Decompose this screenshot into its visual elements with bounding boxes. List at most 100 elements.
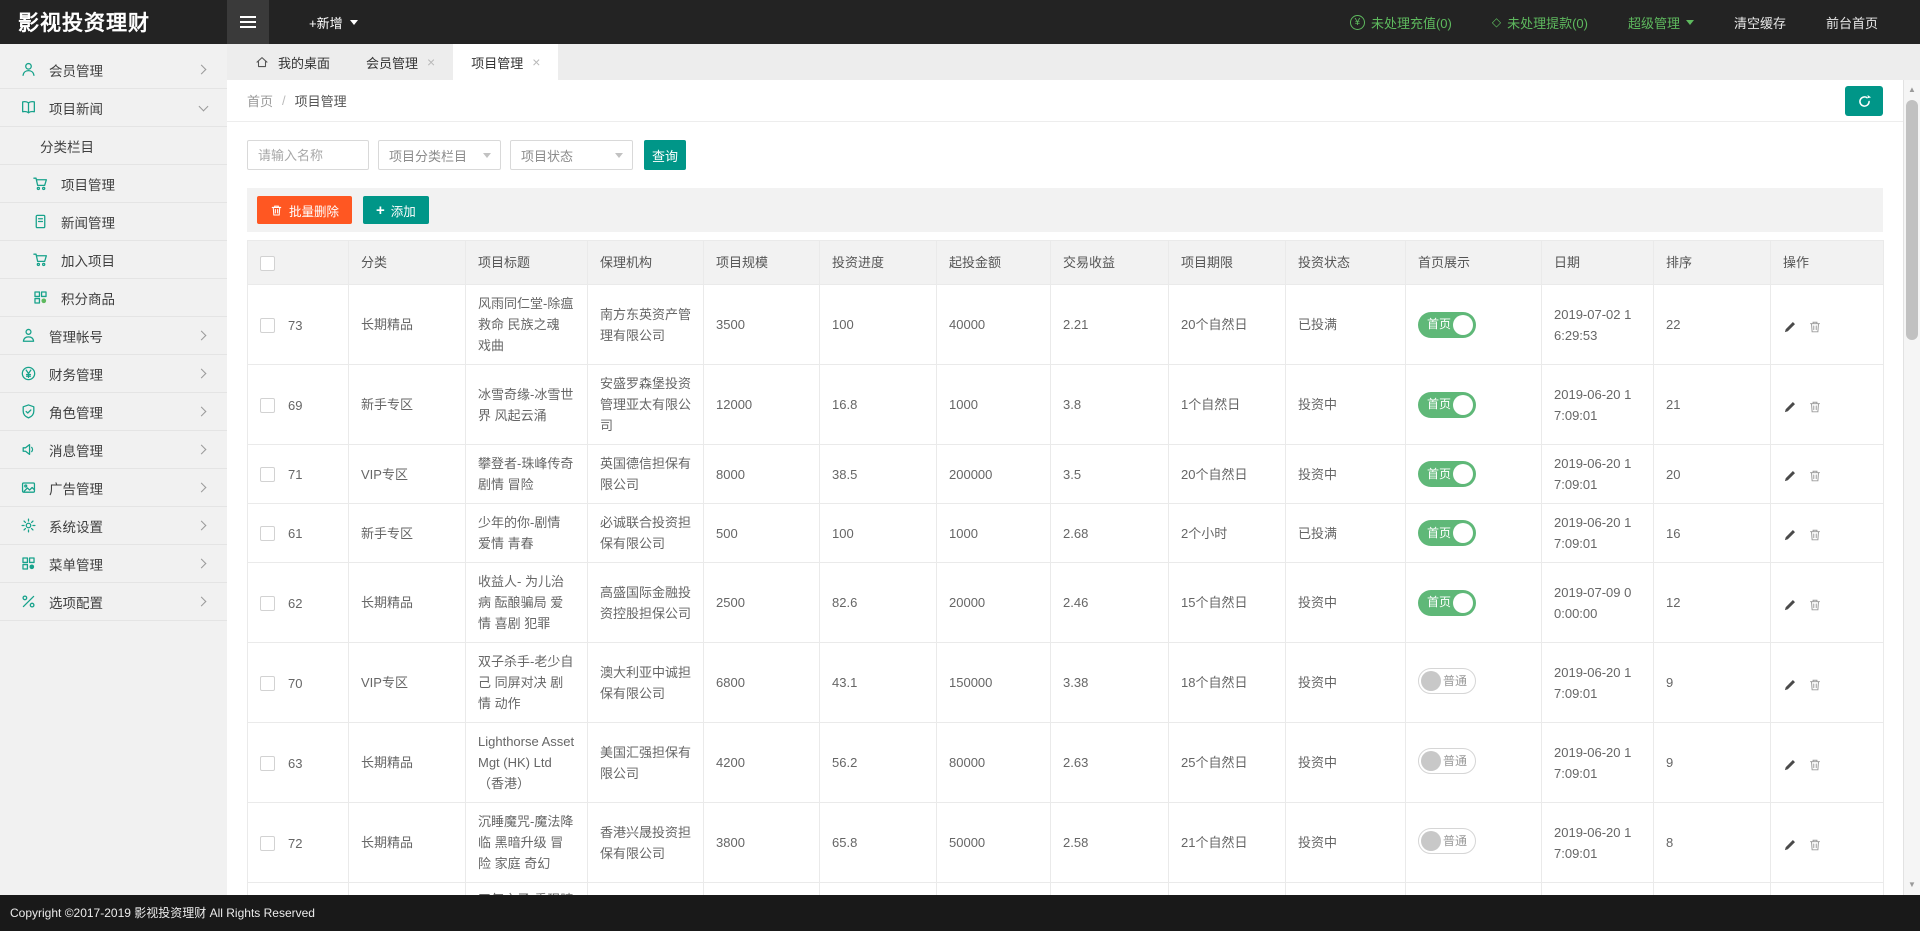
scrollbar-thumb[interactable] [1906, 100, 1918, 340]
cell-actions [1771, 643, 1884, 723]
admin-user-dropdown[interactable]: 超级管理 [1628, 13, 1694, 32]
add-new-dropdown[interactable]: +新增 [309, 13, 358, 32]
trash-icon [270, 204, 283, 217]
sidebar-item-finance-management[interactable]: 财务管理 [0, 355, 227, 393]
sidebar-item-project-news[interactable]: 项目新闻 [0, 89, 227, 127]
sidebar-item-category-columns[interactable]: 分类栏目 [0, 127, 227, 165]
row-checkbox[interactable] [260, 467, 275, 482]
sidebar-item-member-management[interactable]: 会员管理 [0, 51, 227, 89]
status-select[interactable]: 项目状态 [510, 140, 633, 170]
delete-icon[interactable] [1808, 677, 1822, 691]
sidebar-item-join-project[interactable]: 加入项目 [0, 241, 227, 279]
scroll-up-arrow[interactable]: ▲ [1904, 82, 1920, 98]
sidebar-item-admin-accounts[interactable]: 管理帐号 [0, 317, 227, 355]
row-checkbox[interactable] [260, 836, 275, 851]
sidebar-item-message-management[interactable]: 消息管理 [0, 431, 227, 469]
search-button[interactable]: 查询 [644, 140, 686, 170]
cell-period: 25个自然日 [1169, 723, 1286, 803]
row-checkbox[interactable] [260, 318, 275, 333]
featured-toggle-off[interactable]: 普通 [1418, 748, 1476, 774]
column-header: 分类 [349, 241, 466, 285]
pending-recharge-link[interactable]: ¥ 未处理充值(0) [1350, 13, 1452, 32]
edit-icon[interactable] [1783, 319, 1797, 333]
pending-withdraw-link[interactable]: ◇ 未处理提款(0) [1492, 13, 1588, 32]
cell-scale: 4200 [704, 723, 820, 803]
category-select[interactable]: 项目分类栏目 [378, 140, 501, 170]
cell-profit: 3.5 [1051, 445, 1169, 504]
row-id: 63 [288, 756, 302, 771]
column-header: 排序 [1654, 241, 1771, 285]
sidebar-item-option-config[interactable]: 选项配置 [0, 583, 227, 621]
featured-toggle-on[interactable]: 首页 [1418, 312, 1476, 338]
cell-sort: 12 [1654, 563, 1771, 643]
close-icon[interactable]: × [427, 55, 435, 69]
cell-period: 2个小时 [1169, 504, 1286, 563]
featured-toggle-on[interactable]: 首页 [1418, 392, 1476, 418]
close-icon[interactable]: × [532, 55, 540, 69]
cell-sort: 16 [1654, 504, 1771, 563]
cell-title: 少年的你-剧情 爱情 青春 [466, 504, 588, 563]
tab-my-desktop[interactable]: 我的桌面 [237, 44, 348, 80]
sidebar-item-ad-management[interactable]: 广告管理 [0, 469, 227, 507]
edit-icon[interactable] [1783, 757, 1797, 771]
clear-cache-link[interactable]: 清空缓存 [1734, 13, 1786, 32]
select-all-checkbox[interactable] [260, 256, 275, 271]
delete-icon[interactable] [1808, 757, 1822, 771]
name-search-input[interactable] [247, 140, 369, 170]
featured-toggle-on[interactable]: 首页 [1418, 520, 1476, 546]
delete-icon[interactable] [1808, 527, 1822, 541]
edit-icon[interactable] [1783, 597, 1797, 611]
delete-icon[interactable] [1808, 468, 1822, 482]
row-checkbox[interactable] [260, 756, 275, 771]
cell-progress: 56.2 [820, 723, 937, 803]
delete-icon[interactable] [1808, 399, 1822, 413]
scroll-down-arrow[interactable]: ▼ [1904, 877, 1920, 893]
diamond-icon: ◇ [1492, 15, 1501, 29]
sidebar-toggle-button[interactable] [227, 0, 269, 44]
featured-toggle-on[interactable]: 首页 [1418, 590, 1476, 616]
cell-min-invest: 40000 [937, 285, 1051, 365]
table-row: 61新手专区少年的你-剧情 爱情 青春必诚联合投资担保有限公司500100100… [248, 504, 1884, 563]
delete-icon[interactable] [1808, 837, 1822, 851]
sidebar-item-system-settings[interactable]: 系统设置 [0, 507, 227, 545]
speaker-icon [20, 441, 37, 458]
edit-icon[interactable] [1783, 399, 1797, 413]
row-checkbox[interactable] [260, 596, 275, 611]
featured-toggle-on[interactable]: 首页 [1418, 461, 1476, 487]
batch-delete-button[interactable]: 批量删除 [257, 196, 352, 224]
tab-project-management[interactable]: 项目管理 × [453, 44, 558, 80]
refresh-button[interactable] [1845, 86, 1883, 116]
sidebar-item-project-management[interactable]: 项目管理 [0, 165, 227, 203]
cell-progress: 16.8 [820, 365, 937, 445]
cart-icon [32, 175, 49, 192]
cell-period: 15个自然日 [1169, 563, 1286, 643]
cell-scale: 8000 [704, 445, 820, 504]
cell-sort: 8 [1654, 803, 1771, 883]
breadcrumb: 首页 / 项目管理 [227, 80, 1903, 122]
delete-icon[interactable] [1808, 319, 1822, 333]
breadcrumb-home[interactable]: 首页 [247, 91, 273, 110]
main-panel: 首页 / 项目管理 项目分类栏目 项目状态 查询 批量删除 + 添加 [227, 80, 1903, 895]
sidebar-item-role-management[interactable]: 角色管理 [0, 393, 227, 431]
featured-toggle-off[interactable]: 普通 [1418, 668, 1476, 694]
tab-member-management[interactable]: 会员管理 × [348, 44, 453, 80]
edit-icon[interactable] [1783, 468, 1797, 482]
add-button[interactable]: + 添加 [363, 196, 429, 224]
row-id: 62 [288, 596, 302, 611]
featured-toggle-off[interactable]: 普通 [1418, 828, 1476, 854]
delete-icon[interactable] [1808, 597, 1822, 611]
sidebar-item-news-management[interactable]: 新闻管理 [0, 203, 227, 241]
edit-icon[interactable] [1783, 527, 1797, 541]
cell-status: 投资中 [1286, 563, 1406, 643]
cell-agency: 澳大利亚中诚担保有限公司 [588, 643, 704, 723]
front-home-link[interactable]: 前台首页 [1826, 13, 1878, 32]
cell-profit: 2.63 [1051, 723, 1169, 803]
chevron-right-icon [197, 369, 207, 379]
sidebar-item-menu-management[interactable]: 菜单管理 [0, 545, 227, 583]
edit-icon[interactable] [1783, 677, 1797, 691]
sidebar-item-points-goods[interactable]: 积分商品 [0, 279, 227, 317]
row-checkbox[interactable] [260, 526, 275, 541]
row-checkbox[interactable] [260, 398, 275, 413]
edit-icon[interactable] [1783, 837, 1797, 851]
row-checkbox[interactable] [260, 676, 275, 691]
